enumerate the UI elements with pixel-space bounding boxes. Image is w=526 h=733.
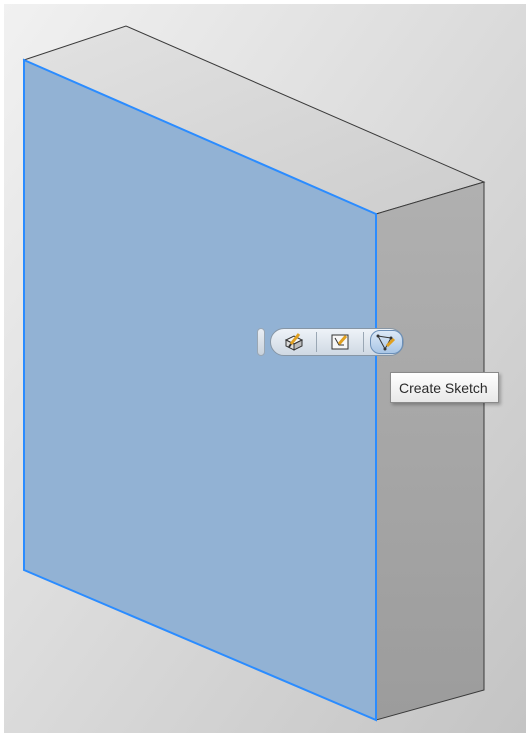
tooltip-text: Create Sketch (399, 379, 488, 396)
toolbar-separator (316, 332, 318, 352)
create-sketch-tooltip: Create Sketch (390, 372, 499, 403)
toolbar-grip[interactable] (257, 328, 265, 356)
toolbar-separator (362, 332, 364, 352)
edit-sketch-icon (331, 334, 349, 350)
edit-extrude-button[interactable] (277, 330, 310, 354)
toolbar-button-group (270, 328, 404, 356)
mini-toolbar (257, 328, 405, 356)
edit-sketch-button[interactable] (323, 330, 356, 354)
3d-scene (4, 4, 526, 733)
create-sketch-button[interactable] (369, 330, 403, 354)
edit-extrude-icon (284, 333, 303, 351)
create-sketch-icon (376, 334, 396, 351)
graphics-window[interactable]: Create Sketch (4, 4, 526, 733)
side-face[interactable] (375, 181, 485, 721)
